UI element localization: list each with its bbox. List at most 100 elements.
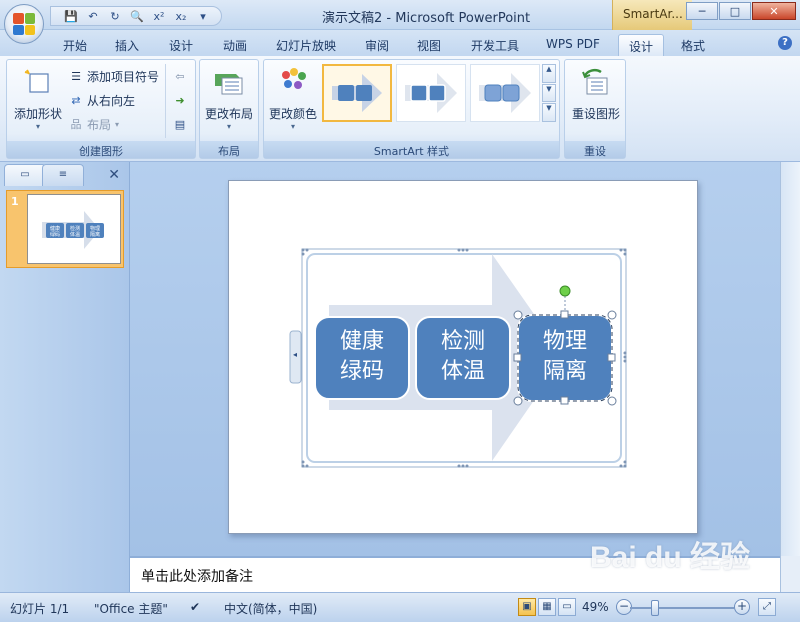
- group-divider: [165, 64, 166, 138]
- style-preview-flat: [332, 74, 382, 112]
- quick-access-toolbar: 💾 ↶ ↻ 🔍 x² x₂ ▾: [50, 6, 222, 26]
- change-layout-button[interactable]: 更改布局 ▾: [200, 64, 258, 140]
- slide-thumbnail[interactable]: 健康 绿码 检测 体温 物理 隔离: [27, 194, 121, 264]
- text-pane-button[interactable]: ▤: [173, 114, 187, 134]
- zoom-slider-thumb[interactable]: [651, 600, 659, 616]
- bullet-list-icon: ☰: [71, 69, 81, 83]
- promote-button[interactable]: ⇦: [173, 66, 187, 86]
- style-preview-shadow: [405, 73, 457, 113]
- close-button[interactable]: ✕: [752, 2, 796, 20]
- tab-design[interactable]: 设计: [158, 34, 204, 56]
- group-create-graphic: 添加形状 ▾ ☰ 添加项目符号 ⇄ 从右向左 品 布局 ▾ ⇦ ➜ ▤ 创建图形: [6, 59, 196, 159]
- swap-direction-icon: ⇄: [71, 93, 81, 107]
- group-reset-label: 重设: [565, 141, 625, 158]
- tab-view[interactable]: 视图: [406, 34, 452, 56]
- style-gallery-item[interactable]: [322, 64, 392, 122]
- superscript-icon[interactable]: x²: [149, 7, 169, 25]
- save-icon[interactable]: 💾: [61, 7, 81, 25]
- title-bar: 💾 ↶ ↻ 🔍 x² x₂ ▾ 演示文稿2 - Microsoft PowerP…: [0, 0, 800, 30]
- ribbon: 添加形状 ▾ ☰ 添加项目符号 ⇄ 从右向左 品 布局 ▾ ⇦ ➜ ▤ 创建图形: [0, 56, 800, 162]
- reset-graphic-button[interactable]: 重设图形: [567, 64, 625, 140]
- zoom-level[interactable]: 49%: [582, 600, 609, 614]
- tab-slides[interactable]: ▭: [4, 164, 46, 186]
- add-shape-icon: [24, 69, 49, 93]
- group-layouts-label: 布局: [200, 141, 258, 158]
- layout-label: 布局: [87, 117, 112, 132]
- dropdown-arrow-icon: ▾: [35, 122, 40, 131]
- redo-icon[interactable]: ↻: [105, 7, 125, 25]
- gallery-scroll-up[interactable]: ▲: [542, 64, 556, 83]
- group-smartart-styles-label: SmartArt 样式: [264, 141, 559, 158]
- office-button[interactable]: [4, 4, 44, 44]
- smartart-context-title: SmartAr...: [612, 0, 692, 30]
- smartart-graphic[interactable]: ◂ 健康 绿码 检测 体温 物理 隔离: [229, 181, 699, 535]
- demote-button[interactable]: ➜: [173, 90, 187, 110]
- outline-tab-icon: ≡: [58, 169, 68, 180]
- group-create-graphic-label: 创建图形: [7, 141, 195, 158]
- pane-close-icon[interactable]: ✕: [108, 167, 120, 183]
- vertical-scrollbar[interactable]: [780, 162, 800, 556]
- window-title: 演示文稿2 - Microsoft PowerPoint: [322, 11, 531, 26]
- text-pane-toggle-icon: ◂: [293, 350, 297, 359]
- smartart-style-gallery: [322, 64, 540, 122]
- tab-outline[interactable]: ≡: [42, 164, 84, 186]
- change-colors-label: 更改颜色: [268, 107, 317, 121]
- spell-check-icon[interactable]: ✔: [190, 600, 200, 614]
- slide-canvas[interactable]: ◂ 健康 绿码 检测 体温 物理 隔离: [228, 180, 698, 534]
- notes-scrollbar[interactable]: [780, 556, 800, 592]
- reset-graphic-icon: [582, 68, 608, 95]
- tab-slideshow[interactable]: 幻灯片放映: [266, 34, 346, 56]
- box-3-line-2: 隔离: [543, 359, 587, 384]
- right-to-left-button[interactable]: ⇄ 从右向左: [69, 90, 135, 110]
- maximize-button[interactable]: □: [719, 2, 751, 20]
- tab-developer[interactable]: 开发工具: [460, 34, 530, 56]
- tab-insert[interactable]: 插入: [104, 34, 150, 56]
- thumb-text-3: 物理: [90, 225, 100, 232]
- slide-number: 1: [11, 195, 19, 208]
- add-shape-label: 添加形状: [13, 107, 62, 121]
- tab-format[interactable]: 格式: [670, 34, 716, 56]
- box-2-line-1: 检测: [441, 329, 485, 354]
- undo-icon[interactable]: ↶: [83, 7, 103, 25]
- text-pane-icon: ▤: [174, 117, 186, 131]
- layout-button[interactable]: 品 布局 ▾: [69, 114, 120, 134]
- zoom-slider[interactable]: [630, 607, 734, 609]
- smartart-box-selected[interactable]: [517, 314, 613, 402]
- thumb-text-2: 检测: [70, 225, 80, 232]
- style-gallery-item[interactable]: [470, 64, 540, 122]
- pane-tabs: ▭ ≡ ✕: [2, 164, 128, 186]
- right-to-left-label: 从右向左: [87, 93, 136, 108]
- thumb-text-1b: 绿码: [50, 231, 60, 238]
- dropdown-arrow-icon: ▾: [226, 122, 231, 131]
- slideshow-view-icon[interactable]: ▭: [558, 598, 576, 616]
- status-bar: 幻灯片 1/1 "Office 主题" ✔ 中文(简体，中国) ▣ ▦ ▭ 49…: [0, 592, 800, 622]
- tab-review[interactable]: 审阅: [354, 34, 400, 56]
- style-gallery-item[interactable]: [396, 64, 466, 122]
- tab-smartart-design[interactable]: 设计: [618, 34, 664, 56]
- dropdown-arrow-icon: ▾: [290, 122, 295, 131]
- tab-animations[interactable]: 动画: [212, 34, 258, 56]
- change-colors-button[interactable]: 更改颜色 ▾: [264, 64, 322, 140]
- normal-view-icon[interactable]: ▣: [518, 598, 536, 616]
- minimize-button[interactable]: ─: [686, 2, 718, 20]
- tab-home[interactable]: 开始: [52, 34, 98, 56]
- add-shape-button[interactable]: 添加形状 ▾: [9, 64, 67, 140]
- language-indicator: 中文(简体，中国): [224, 602, 318, 616]
- tab-wps-pdf[interactable]: WPS PDF: [538, 34, 608, 56]
- help-icon[interactable]: ?: [778, 36, 792, 50]
- add-bullet-button[interactable]: ☰ 添加项目符号: [69, 66, 159, 86]
- subscript-icon[interactable]: x₂: [171, 7, 191, 25]
- group-reset: 重设图形 重设: [564, 59, 626, 159]
- demote-arrow-icon: ➜: [175, 93, 185, 107]
- customize-qat-icon[interactable]: ▾: [193, 7, 213, 25]
- hierarchy-icon: 品: [70, 118, 82, 131]
- fit-to-window-icon[interactable]: ⤢: [758, 598, 776, 616]
- print-preview-icon[interactable]: 🔍: [127, 7, 147, 25]
- rotation-handle[interactable]: [559, 285, 571, 297]
- gallery-scroll-down[interactable]: ▼: [542, 83, 556, 103]
- slide-thumbnail-selected[interactable]: 1 健康 绿码 检测 体温 物理 隔离: [6, 190, 124, 268]
- baidu-watermark: Bai du 经验: [590, 541, 751, 574]
- zoom-in-button[interactable]: +: [734, 599, 750, 615]
- slide-sorter-icon[interactable]: ▦: [538, 598, 556, 616]
- gallery-more[interactable]: ▼: [542, 103, 556, 123]
